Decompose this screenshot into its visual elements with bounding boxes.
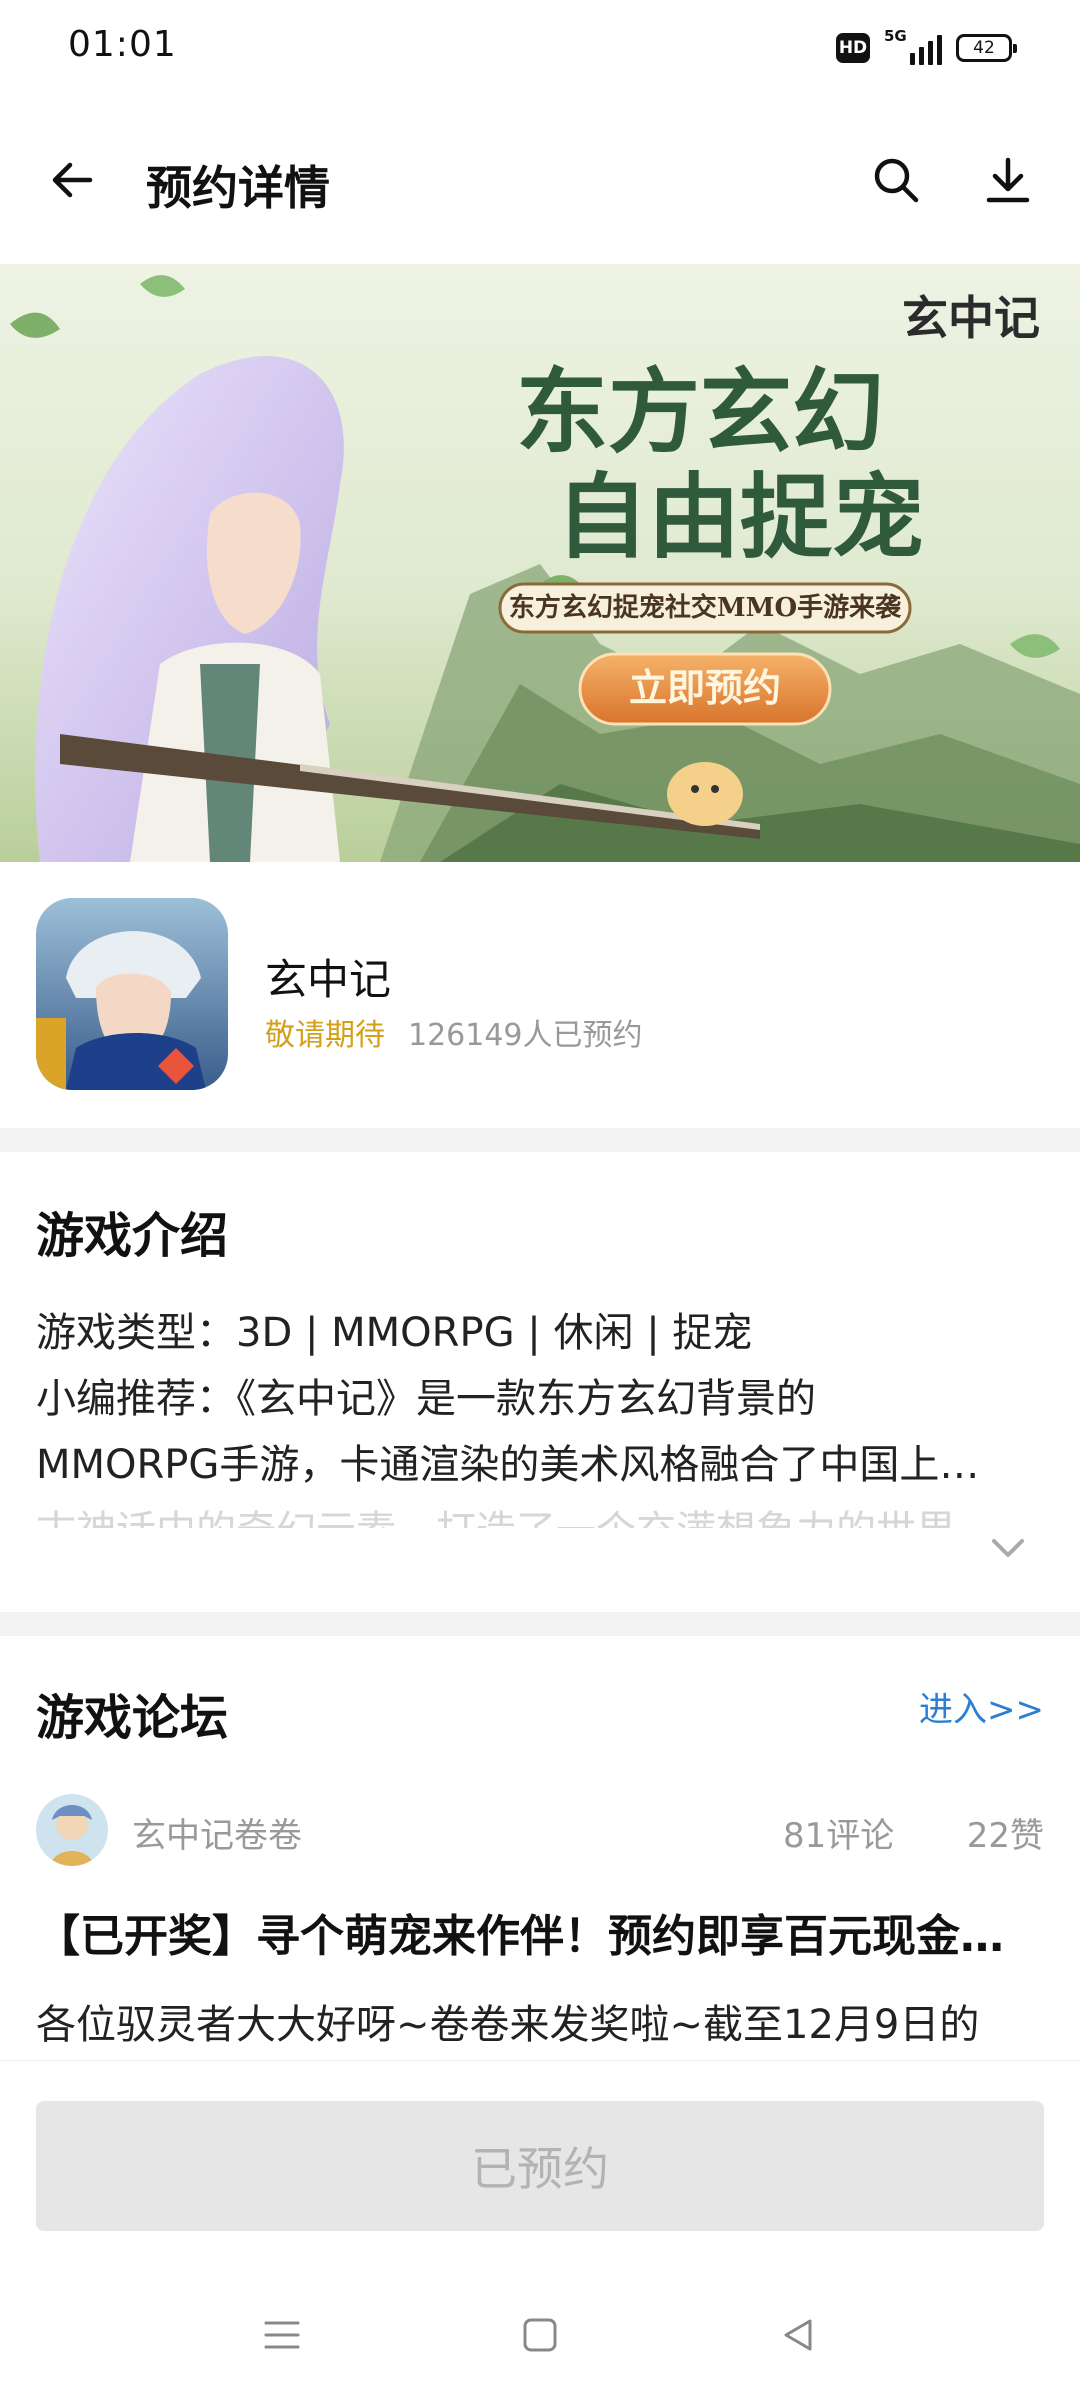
network-type-label: 5G: [884, 27, 907, 45]
app-name: 玄中记: [265, 955, 392, 1004]
status-bar: 01:01 HD 5G 42: [0, 0, 1080, 96]
intro-text[interactable]: 游戏类型：3D | MMORPG | 休闲 | 捉宠 小编推荐：《玄中记》是一款…: [36, 1300, 1044, 1498]
hd-badge: HD: [836, 33, 870, 63]
post-author-avatar[interactable]: [36, 1794, 108, 1866]
triangle-back-icon: [784, 2319, 812, 2351]
post-title[interactable]: 【已开奖】寻个萌宠来作伴！预约即享百元现金红包: [36, 1900, 1044, 1964]
reservation-count: 126149人已预约: [408, 1018, 643, 1053]
download-icon: [986, 157, 1030, 203]
bottom-action-bar: 已预约: [0, 2060, 1080, 2400]
app-info: 玄中记 敬请期待 126149人已预约: [0, 862, 1080, 1128]
intro-title: 游戏介绍: [36, 1208, 229, 1264]
avatar-image: [36, 1794, 108, 1866]
nav-home-button[interactable]: [516, 2311, 564, 2359]
app-header: 预约详情: [0, 120, 1080, 240]
search-button[interactable]: [860, 144, 932, 216]
page-title: 预约详情: [146, 161, 330, 215]
intro-recommend-cont: MMORPG手游，卡通渲染的美术风格融合了中国上…: [36, 1442, 980, 1488]
status-time: 01:01: [68, 24, 177, 65]
menu-icon: [264, 2321, 300, 2349]
intro-genre: 游戏类型：3D | MMORPG | 休闲 | 捉宠: [36, 1310, 753, 1356]
game-intro-section: 游戏介绍 游戏类型：3D | MMORPG | 休闲 | 捉宠 小编推荐：《玄中…: [0, 1152, 1080, 1612]
section-divider: [0, 1612, 1080, 1636]
intro-faded-line: 古神话中的奇幻元素，打造了一个充满想象力的世界: [36, 1498, 1044, 1528]
search-icon: [874, 158, 919, 203]
banner-cta: 立即预约: [629, 665, 781, 710]
app-status: 敬请期待: [265, 1018, 385, 1053]
app-icon-image: [36, 898, 228, 1090]
back-button[interactable]: [36, 144, 108, 216]
arrow-left-icon: [52, 162, 93, 198]
banner-tagline: 东方玄幻捉宠社交MMO手游来袭: [509, 592, 902, 623]
app-icon[interactable]: [36, 898, 228, 1090]
nav-menu-button[interactable]: [258, 2311, 306, 2359]
post-excerpt[interactable]: 各位驭灵者大大好呀~卷卷来发奖啦~截至12月9日的: [36, 1992, 1044, 2050]
battery-level: 42: [973, 38, 995, 58]
chevron-down-icon: [992, 1539, 1024, 1557]
forum-enter-link[interactable]: 进入>>: [919, 1682, 1044, 1731]
game-banner[interactable]: 玄中记 东方玄幻 自由捉宠 东方玄幻捉宠社交MMO手游来袭 立即预约: [0, 264, 1080, 862]
forum-title: 游戏论坛: [36, 1690, 229, 1746]
banner-logo-text: 玄中记: [902, 291, 1040, 345]
nav-back-button[interactable]: [774, 2311, 822, 2359]
banner-headline-2: 自由捉宠: [556, 463, 924, 571]
banner-illustration: 玄中记 东方玄幻 自由捉宠 东方玄幻捉宠社交MMO手游来袭 立即预约: [0, 264, 1080, 862]
signal-icon: 5G: [884, 27, 942, 65]
battery-icon: 42: [956, 34, 1017, 62]
post-like-count: 22赞: [966, 1816, 1044, 1856]
section-divider: [0, 1128, 1080, 1152]
intro-recommend: 小编推荐：《玄中记》是一款东方玄幻背景的: [36, 1376, 816, 1422]
home-square-icon: [523, 2318, 557, 2352]
expand-button[interactable]: [984, 1524, 1032, 1572]
post-comment-count: 81评论: [783, 1816, 895, 1856]
status-icons: HD 5G 42: [836, 27, 1017, 68]
download-button[interactable]: [972, 144, 1044, 216]
post-author-name: 玄中记卷卷: [132, 1816, 302, 1856]
reserved-button[interactable]: 已预约: [36, 2101, 1044, 2231]
banner-headline-1: 东方玄幻: [516, 358, 884, 466]
game-forum-section: 游戏论坛 进入>> 玄中记卷卷 81评论 22赞 【已开奖】寻个萌宠来作伴！预约…: [0, 1638, 1080, 2058]
